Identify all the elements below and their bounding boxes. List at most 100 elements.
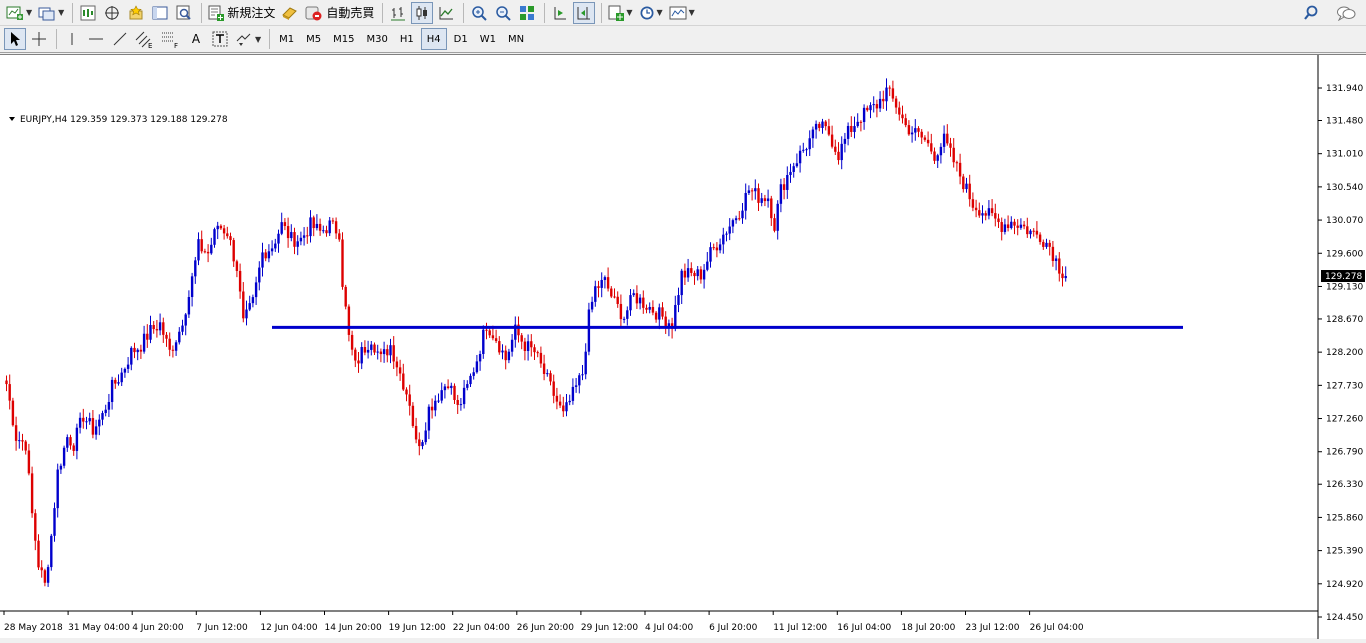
candle-body bbox=[43, 570, 47, 583]
candle-body bbox=[651, 306, 655, 313]
bar-chart-button[interactable] bbox=[387, 2, 409, 24]
time-label: 12 Jun 04:00 bbox=[260, 623, 317, 633]
vertical-line-button[interactable] bbox=[61, 28, 83, 50]
candle-body bbox=[744, 193, 747, 211]
candle-body bbox=[427, 406, 431, 431]
candle-body bbox=[437, 400, 440, 402]
horizontal-line-button[interactable] bbox=[85, 28, 107, 50]
new-chart-button[interactable]: ▼ bbox=[4, 2, 34, 24]
crosshair-button[interactable] bbox=[28, 28, 50, 50]
candle-body bbox=[715, 247, 719, 251]
price-label: 128.670 bbox=[1326, 315, 1363, 325]
candle-body bbox=[984, 213, 987, 216]
chart-shift-icon bbox=[577, 6, 591, 19]
candle-body bbox=[155, 329, 159, 331]
navigator-button[interactable] bbox=[101, 2, 123, 24]
autoscroll-button[interactable] bbox=[549, 2, 571, 24]
candle-body bbox=[123, 368, 127, 373]
chat-button[interactable] bbox=[1334, 2, 1358, 24]
timeframe-m30-button[interactable]: M30 bbox=[362, 28, 393, 50]
candle-body bbox=[325, 230, 328, 234]
candle-body bbox=[11, 400, 15, 426]
new-order-button[interactable]: 新規注文 bbox=[206, 2, 277, 24]
candle-body bbox=[178, 331, 181, 343]
candle-body bbox=[693, 272, 696, 277]
templates-button[interactable]: ▼ bbox=[667, 2, 697, 24]
candle-body bbox=[709, 247, 712, 262]
candle-body bbox=[738, 218, 741, 220]
candle-body bbox=[648, 306, 651, 310]
arrows-button[interactable]: ▼ bbox=[233, 28, 263, 50]
text-button[interactable]: A bbox=[185, 28, 207, 50]
time-label: 22 Jun 04:00 bbox=[453, 623, 510, 633]
chart-dropdown-icon[interactable] bbox=[9, 117, 15, 121]
search-button[interactable] bbox=[1300, 2, 1322, 24]
candle-body bbox=[613, 296, 616, 298]
chart-shift-button[interactable] bbox=[573, 1, 596, 24]
autotrading-icon bbox=[305, 6, 322, 20]
periods-button[interactable]: ▼ bbox=[637, 2, 665, 24]
line-chart-button[interactable] bbox=[435, 2, 457, 24]
candle-body bbox=[277, 233, 280, 244]
candle-body bbox=[619, 303, 623, 320]
data-window-button[interactable] bbox=[149, 2, 171, 24]
timeframe-h4-button[interactable]: H4 bbox=[420, 28, 447, 50]
timeframe-h1-button[interactable]: H1 bbox=[395, 28, 419, 50]
chevron-down-icon: ▼ bbox=[688, 8, 695, 17]
candle-body bbox=[904, 118, 907, 126]
candle-body bbox=[626, 310, 629, 319]
price-label: 130.070 bbox=[1326, 216, 1363, 226]
market-watch-button[interactable] bbox=[77, 2, 99, 24]
chart-canvas[interactable]: EURJPY,H4 129.359 129.373 129.188 129.27… bbox=[0, 55, 1366, 639]
time-label: 14 Jun 20:00 bbox=[325, 623, 382, 633]
timeframe-mn-button[interactable]: MN bbox=[503, 28, 529, 50]
tile-windows-button[interactable] bbox=[516, 2, 538, 24]
strategy-tester-button[interactable] bbox=[173, 2, 195, 24]
candle-body bbox=[600, 279, 603, 288]
candle-body bbox=[232, 240, 235, 262]
fibonacci-button[interactable]: F bbox=[159, 28, 183, 50]
candle-body bbox=[805, 149, 808, 151]
candle-body bbox=[869, 105, 872, 111]
candle-body bbox=[146, 333, 149, 340]
timeframe-m1-button[interactable]: M1 bbox=[274, 28, 299, 50]
text-label-button[interactable] bbox=[209, 28, 231, 50]
candle-body bbox=[866, 107, 869, 111]
candle-body bbox=[1032, 230, 1035, 232]
cursor-button[interactable] bbox=[4, 28, 26, 50]
candle-body bbox=[834, 146, 837, 152]
zoom-in-button[interactable] bbox=[468, 2, 490, 24]
candle-body bbox=[50, 535, 53, 568]
candlestick-button[interactable] bbox=[411, 1, 434, 24]
time-axis-labels: 28 May 2018 31 May 04:00 4 Jun 20:00 7 Jun … bbox=[3, 611, 1084, 633]
indicators-button[interactable]: ▼ bbox=[606, 2, 634, 24]
autotrading-button[interactable]: 自動売買 bbox=[303, 2, 376, 24]
candle-body bbox=[994, 213, 997, 219]
candle-body bbox=[501, 350, 504, 353]
timeframe-d1-button[interactable]: D1 bbox=[449, 28, 473, 50]
candle-body bbox=[5, 380, 8, 385]
candle-body bbox=[603, 277, 607, 280]
toolbar-separator bbox=[382, 2, 384, 23]
tile-windows-icon bbox=[520, 5, 535, 20]
candle-body bbox=[181, 325, 184, 332]
timeframe-m15-button[interactable]: M15 bbox=[328, 28, 359, 50]
trendline-button[interactable] bbox=[109, 28, 131, 50]
candle-body bbox=[402, 373, 405, 390]
timeframe-m5-button[interactable]: M5 bbox=[301, 28, 326, 50]
candle-body bbox=[536, 352, 539, 354]
price-label: 127.730 bbox=[1326, 381, 1363, 391]
equidistant-channel-button[interactable]: E bbox=[133, 28, 157, 50]
favorites-button[interactable] bbox=[125, 2, 147, 24]
zoom-out-button[interactable] bbox=[492, 2, 514, 24]
profiles-button[interactable]: ▼ bbox=[36, 2, 66, 24]
chart-window[interactable]: EURJPY,H4 129.359 129.373 129.188 129.27… bbox=[0, 54, 1366, 639]
candle-body bbox=[955, 162, 959, 164]
timeframe-w1-button[interactable]: W1 bbox=[475, 28, 501, 50]
time-label: 4 Jun 20:00 bbox=[132, 623, 184, 633]
candle-body bbox=[504, 350, 507, 361]
metaeditor-button[interactable] bbox=[279, 2, 301, 24]
candle-body bbox=[450, 385, 453, 389]
candle-body bbox=[334, 221, 338, 234]
candle-body bbox=[405, 389, 408, 395]
